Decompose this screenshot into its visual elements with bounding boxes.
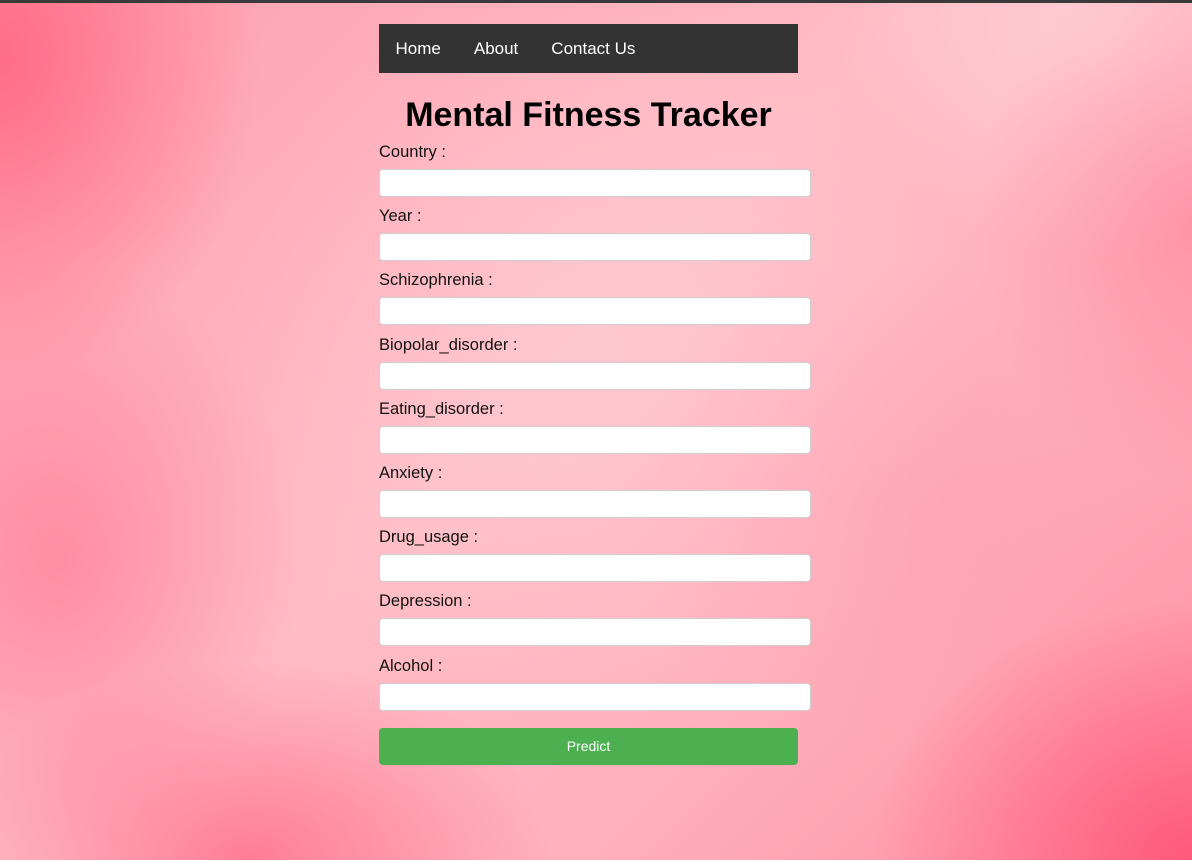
drug-usage-input[interactable] [379, 554, 811, 583]
nav-link-home[interactable]: Home [379, 24, 457, 73]
nav-link-about[interactable]: About [457, 24, 534, 73]
schizophrenia-label: Schizophrenia : [379, 271, 493, 290]
browser-top-border [0, 0, 1192, 3]
year-input[interactable] [379, 233, 811, 262]
country-input[interactable] [379, 169, 811, 197]
alcohol-label: Alcohol : [379, 656, 443, 675]
form-row-anxiety: Anxiety : [379, 464, 811, 528]
main-container: Home About Contact Us Mental Fitness Tra… [379, 24, 811, 765]
form-row-alcohol: Alcohol : [379, 657, 811, 721]
page-title: Mental Fitness Tracker [405, 96, 772, 134]
country-label: Country : [379, 143, 446, 161]
eating-disorder-input[interactable] [379, 425, 811, 454]
prediction-form: Country : Year : Schizophrenia : Biopola… [379, 143, 811, 765]
form-row-depression: Depression : [379, 592, 811, 656]
navbar: Home About Contact Us [379, 24, 798, 73]
year-label: Year : [379, 207, 422, 226]
form-row-bipolar-disorder: Biopolar_disorder : [379, 336, 811, 400]
anxiety-label: Anxiety : [379, 463, 443, 482]
nav-link-contact-us[interactable]: Contact Us [535, 24, 652, 73]
depression-input[interactable] [379, 618, 811, 647]
form-row-country: Country : [379, 143, 811, 207]
form-row-year: Year : [379, 207, 811, 271]
predict-button[interactable]: Predict [379, 727, 798, 765]
eating-disorder-label: Eating_disorder : [379, 399, 504, 418]
anxiety-input[interactable] [379, 489, 811, 518]
form-row-eating-disorder: Eating_disorder : [379, 400, 811, 464]
drug-usage-label: Drug_usage : [379, 528, 479, 547]
bipolar-disorder-label: Biopolar_disorder : [379, 335, 518, 354]
form-row-drug-usage: Drug_usage : [379, 528, 811, 592]
alcohol-input[interactable] [379, 682, 811, 711]
schizophrenia-input[interactable] [379, 297, 811, 326]
bipolar-disorder-input[interactable] [379, 361, 811, 390]
depression-label: Depression : [379, 592, 472, 611]
form-row-schizophrenia: Schizophrenia : [379, 271, 811, 335]
